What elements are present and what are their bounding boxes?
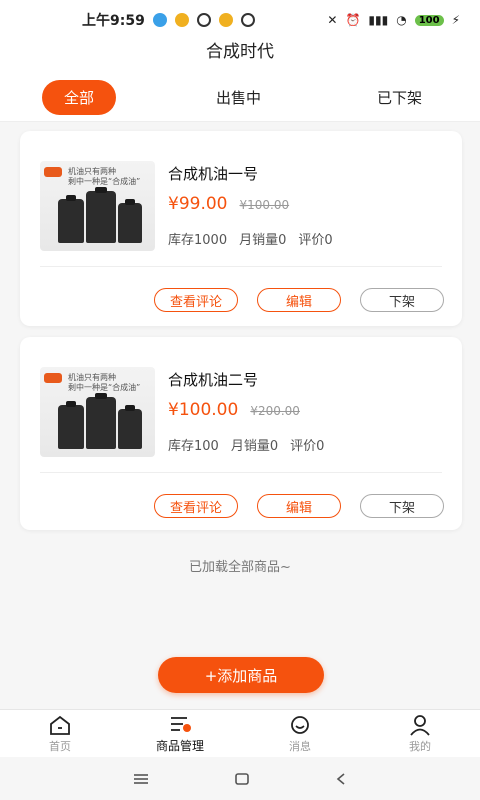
status-left: 上午9:59 [82,10,255,30]
menu-icon[interactable] [133,773,149,785]
signal-icon: ▮▮▮ [368,13,389,27]
add-product-button[interactable]: +添加商品 [158,657,324,693]
tabbar-label: 首页 [49,739,71,753]
product-price: ¥99.00 [168,194,228,214]
product-name: 合成机油二号 [168,371,259,389]
monthly-sales: 月销量0 [230,439,279,454]
price-row: ¥99.00 ¥100.00 [168,194,289,214]
product-stats: 库存1000 月销量0 评价0 [168,229,333,248]
stock-count: 库存100 [168,439,219,454]
delist-button[interactable]: 下架 [360,494,444,518]
view-reviews-button[interactable]: 查看评论 [154,494,238,518]
tabbar-item-messages[interactable]: 消息 [240,710,360,757]
delist-button[interactable]: 下架 [360,288,444,312]
page-title: 合成时代 [0,40,480,74]
charging-icon: ⚡ [451,13,460,27]
product-image: 机油只有两种 剩中一种是“合成油” [40,161,155,251]
tabbar-item-goods[interactable]: 商品管理 [120,710,240,757]
tabbar-item-me[interactable]: 我的 [360,710,480,757]
tabbar-label: 消息 [289,739,311,753]
tabbar-label: 我的 [409,739,431,753]
status-right: ✕ ⏰ ▮▮▮ ◔ 100 ⚡ [327,13,460,27]
app-notification-icon [240,13,255,27]
product-original-price: ¥100.00 [239,198,290,212]
edit-button[interactable]: 编辑 [257,494,341,518]
mute-icon: ✕ [327,13,338,27]
battery-icon: 100 [414,14,444,26]
app-notification-icon [174,13,189,27]
oil-bottle-icon [118,199,142,243]
price-row: ¥100.00 ¥200.00 [168,400,300,420]
edit-button[interactable]: 编辑 [257,288,341,312]
oil-bottle-icon [86,393,116,449]
app-notification-icon [196,13,211,27]
user-icon [410,714,430,736]
divider [40,266,442,267]
monthly-sales: 月销量0 [239,233,287,248]
review-count: 评价0 [298,233,333,248]
product-name: 合成机油一号 [168,165,259,183]
goods-list-icon [171,717,191,732]
tab-all[interactable]: 全部 [41,80,116,115]
loaded-all-tip: 已加载全部商品~ [189,560,291,575]
tab-delisted[interactable]: 已下架 [361,81,438,114]
divider [40,472,442,473]
tabbar-label: 商品管理 [155,739,204,753]
view-reviews-button[interactable]: 查看评论 [154,288,238,312]
alarm-icon: ⏰ [345,13,361,27]
tabbar-item-home[interactable]: 首页 [0,710,120,757]
oil-bottle-icon [58,195,84,243]
filter-tabs: 全部 出售中 已下架 [0,74,480,122]
home-square-icon[interactable] [234,772,250,786]
product-image-caption: 机油只有两种 剩中一种是“合成油” [68,373,141,392]
app-notification-icon [152,13,167,27]
product-card[interactable]: 机油只有两种 剩中一种是“合成油” 合成机油一号 ¥99.00 ¥100.00 … [20,131,462,326]
status-bar: 上午9:59 ✕ ⏰ ▮▮▮ ◔ 100 ⚡ [0,0,480,40]
tab-on-sale[interactable]: 出售中 [200,81,277,114]
home-icon [50,715,70,735]
brand-logo-icon [44,373,62,383]
product-card[interactable]: 机油只有两种 剩中一种是“合成油” 合成机油二号 ¥100.00 ¥200.00… [20,337,462,530]
brand-logo-icon [44,167,62,177]
oil-bottle-icon [58,401,84,449]
wifi-icon: ◔ [396,13,407,27]
review-count: 评价0 [290,439,325,454]
oil-bottle-icon [118,405,142,449]
product-image: 机油只有两种 剩中一种是“合成油” [40,367,155,457]
oil-bottle-icon [86,187,116,243]
product-original-price: ¥200.00 [250,404,300,418]
system-nav-bar [0,757,480,800]
app-notification-icon [218,13,233,27]
message-icon [291,715,309,734]
stock-count: 库存1000 [168,233,228,248]
back-icon[interactable] [335,772,347,786]
product-image-caption: 机油只有两种 剩中一种是“合成油” [68,167,141,186]
status-time: 上午9:59 [82,13,145,29]
product-stats: 库存100 月销量0 评价0 [168,435,324,454]
bottom-tabbar: 首页 商品管理 消息 我的 [0,709,480,757]
product-price: ¥100.00 [168,400,239,420]
